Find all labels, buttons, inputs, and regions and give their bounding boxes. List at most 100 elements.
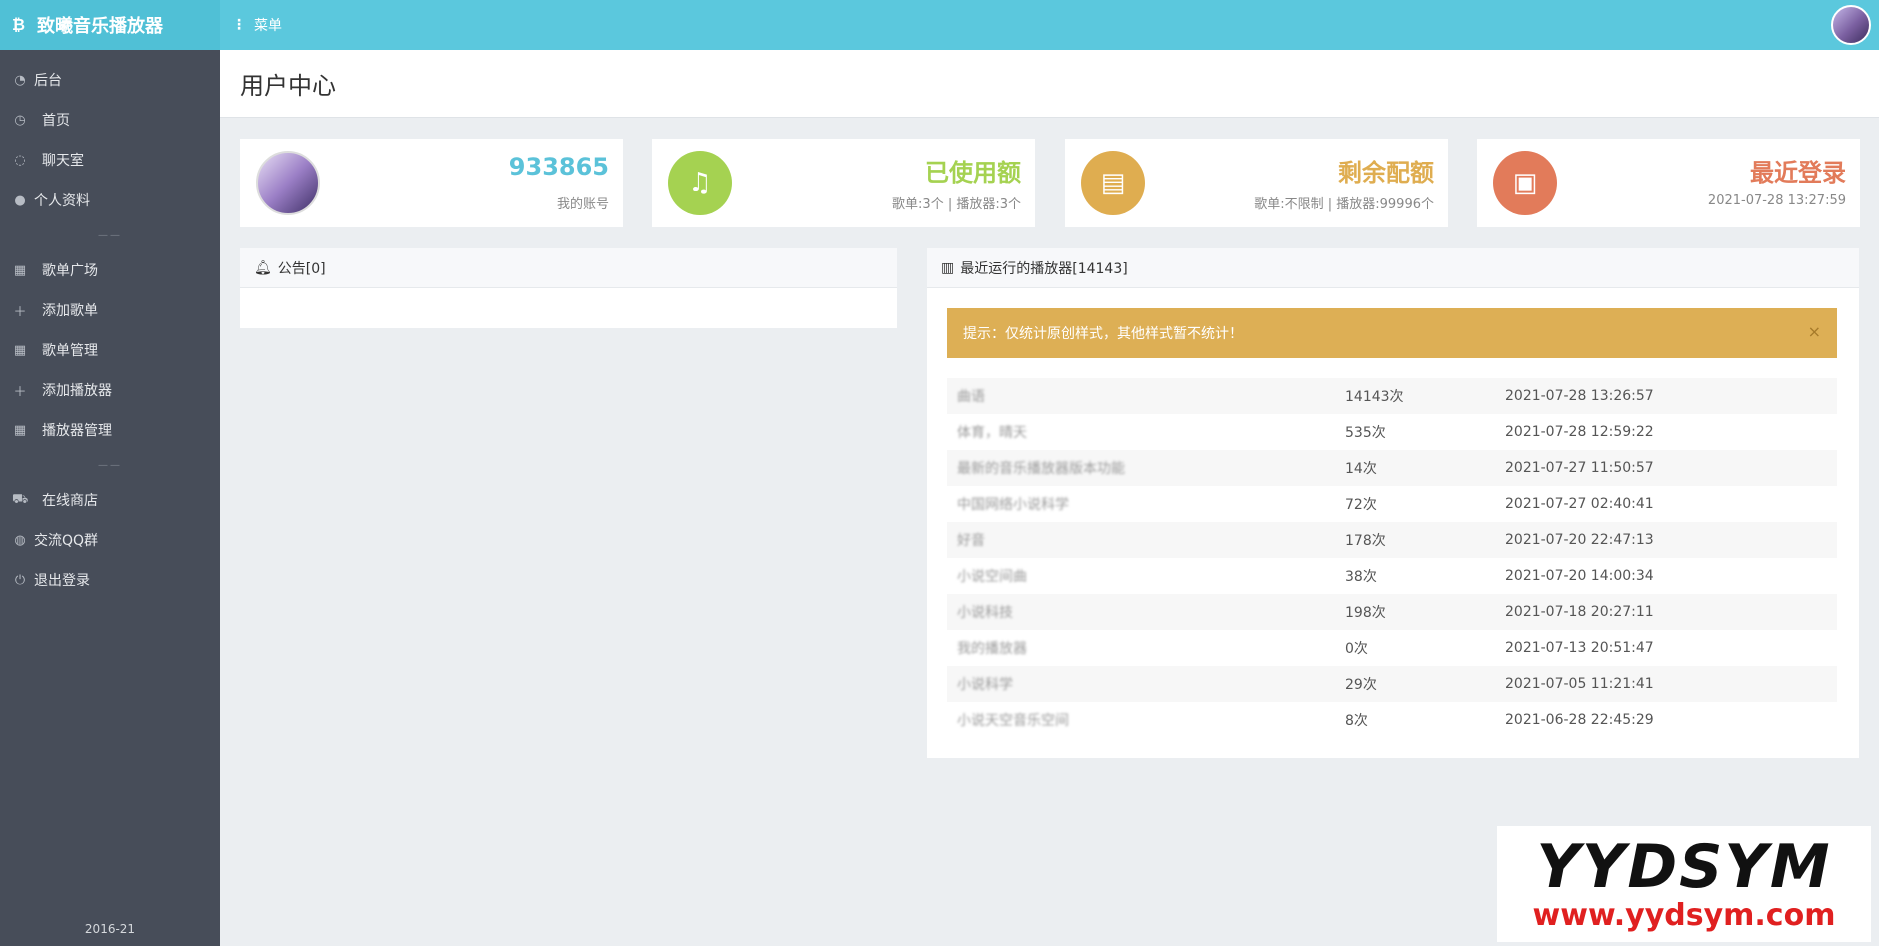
table-row[interactable]: 最新的音乐播放器版本功能 14次 2021-07-27 11:50:57 <box>947 450 1837 486</box>
table-row[interactable]: 小说天空音乐空间 8次 2021-06-28 22:45:29 <box>947 702 1837 738</box>
sidebar-item-profile[interactable]: ● 个人资料 <box>0 180 220 220</box>
sidebar-item-label: 聊天室 <box>42 153 84 169</box>
account-avatar <box>256 151 320 215</box>
table-row[interactable]: 小说空间曲 38次 2021-07-20 14:00:34 <box>947 558 1837 594</box>
table-row[interactable]: 体育，晴天 535次 2021-07-28 12:59:22 <box>947 414 1837 450</box>
table-row[interactable]: 曲语 14143次 2021-07-28 13:26:57 <box>947 378 1837 414</box>
remaining-title: 剩余配额 <box>1338 159 1434 187</box>
table-icon: ▦ <box>13 262 27 278</box>
map-icon: ▥ <box>941 259 955 276</box>
sidebar-item-label: 个人资料 <box>34 193 90 209</box>
table-icon: ▦ <box>13 422 27 438</box>
folder-icon: ▣ <box>1493 151 1557 215</box>
menu-toggle[interactable]: ⋮ 菜单 <box>232 0 282 50</box>
notice-title: 公告[0] <box>277 260 326 277</box>
player-count: 8次 <box>1345 713 1368 729</box>
sidebar-item-playlist-square[interactable]: ▦ 歌单广场 <box>0 250 220 290</box>
table-row[interactable]: 小说科技 198次 2021-07-18 20:27:11 <box>947 594 1837 630</box>
sidebar-separator: —— <box>98 229 122 241</box>
account-number: 933865 <box>508 153 609 181</box>
bell-icon: 🔔︎ <box>254 259 272 276</box>
watermark-title: YYDSYM <box>1536 832 1832 902</box>
plus-icon: ＋ <box>13 304 27 320</box>
player-count: 38次 <box>1345 569 1377 585</box>
sidebar-footer: 2016-21 <box>84 922 136 936</box>
sidebar-item-label: 歌单广场 <box>42 263 98 279</box>
used-detail: 歌单:3个 | 播放器:3个 <box>892 197 1021 212</box>
player-name: 体育，晴天 <box>957 425 1027 441</box>
table-row[interactable]: 小说科学 29次 2021-07-05 11:21:41 <box>947 666 1837 702</box>
sidebar: ◔ 后台 ◷ 首页 ◌ 聊天室 ● 个人资料 —— ▦ 歌单广场 ＋ 添加歌单 … <box>0 50 220 946</box>
used-title: 已使用额 <box>925 159 1021 187</box>
player-name: 小说科学 <box>957 677 1013 693</box>
page-title: 用户中心 <box>240 72 336 100</box>
stat-card-account: 933865 我的账号 <box>240 139 623 227</box>
player-time: 2021-07-13 20:51:47 <box>1505 640 1654 656</box>
player-count: 178次 <box>1345 533 1386 549</box>
sidebar-item-playlist-manage[interactable]: ▦ 歌单管理 <box>0 330 220 370</box>
sidebar-item-label: 首页 <box>42 113 70 129</box>
brand-title: 致曦音乐播放器 <box>37 16 164 37</box>
tip-alert: 提示：仅统计原创样式，其他样式暂不统计！ × <box>947 308 1837 358</box>
player-time: 2021-07-28 12:59:22 <box>1505 424 1654 440</box>
stat-card-last-login: ▣ 最近登录 2021-07-28 13:27:59 <box>1477 139 1860 227</box>
sidebar-item-label: 播放器管理 <box>42 423 112 439</box>
notice-panel: 🔔︎ 公告[0] <box>240 248 897 328</box>
player-name: 小说科技 <box>957 605 1013 621</box>
player-name: 中国网络小说科学 <box>957 497 1069 513</box>
user-avatar[interactable] <box>1831 5 1871 45</box>
sidebar-item-add-playlist[interactable]: ＋ 添加歌单 <box>0 290 220 330</box>
sidebar-item-label: 交流QQ群 <box>34 533 99 549</box>
player-count: 535次 <box>1345 425 1386 441</box>
sidebar-item-logout[interactable]: ⏻ 退出登录 <box>0 560 220 600</box>
stat-card-remaining: ▤ 剩余配额 歌单:不限制 | 播放器:99996个 <box>1065 139 1448 227</box>
table-icon: ▦ <box>13 342 27 358</box>
remaining-detail: 歌单:不限制 | 播放器:99996个 <box>1254 197 1434 212</box>
player-name: 最新的音乐播放器版本功能 <box>957 461 1125 477</box>
player-name: 曲语 <box>957 389 985 405</box>
sidebar-item-label: 后台 <box>34 73 62 89</box>
player-time: 2021-07-20 14:00:34 <box>1505 568 1654 584</box>
sidebar-item-player-manage[interactable]: ▦ 播放器管理 <box>0 410 220 450</box>
player-list: 曲语 14143次 2021-07-28 13:26:57 体育，晴天 535次 2021… <box>947 378 1837 738</box>
last-login-time: 2021-07-28 13:27:59 <box>1707 193 1846 208</box>
player-time: 2021-07-05 11:21:41 <box>1505 676 1654 692</box>
player-count: 72次 <box>1345 497 1377 513</box>
player-count: 0次 <box>1345 641 1368 657</box>
sidebar-item-qq-group[interactable]: ◍ 交流QQ群 <box>0 520 220 560</box>
tip-alert-text: 提示：仅统计原创样式，其他样式暂不统计！ <box>963 326 1243 342</box>
close-icon[interactable]: × <box>1808 322 1821 341</box>
bitcoin-logo-icon: ₿ <box>12 15 26 34</box>
globe-icon: ◍ <box>14 532 26 548</box>
brand[interactable]: ₿ 致曦音乐播放器 <box>0 0 220 50</box>
music-icon: ♫ <box>668 151 732 215</box>
player-time: 2021-07-27 02:40:41 <box>1505 496 1654 512</box>
recent-players-panel: ▥ 最近运行的播放器[14143] 提示：仅统计原创样式，其他样式暂不统计！ ×… <box>927 248 1859 758</box>
sidebar-item-label: 添加歌单 <box>42 303 98 319</box>
account-label: 我的账号 <box>556 197 609 212</box>
dashboard-icon: ◷ <box>14 112 26 128</box>
player-name: 我的播放器 <box>957 641 1027 657</box>
player-name: 小说天空音乐空间 <box>957 713 1069 729</box>
player-name: 好音 <box>957 533 985 549</box>
sidebar-item-chatroom[interactable]: ◌ 聊天室 <box>0 140 220 180</box>
sidebar-item-shop[interactable]: ⛟ 在线商店 <box>0 480 220 520</box>
table-row[interactable]: 我的播放器 0次 2021-07-13 20:51:47 <box>947 630 1837 666</box>
player-time: 2021-07-28 13:26:57 <box>1505 388 1654 404</box>
sidebar-item-label: 添加播放器 <box>42 383 112 399</box>
sidebar-item-home[interactable]: ◷ 首页 <box>0 100 220 140</box>
sidebar-item-backend[interactable]: ◔ 后台 <box>0 60 220 100</box>
chat-icon: ◌ <box>14 152 26 168</box>
table-row[interactable]: 好音 178次 2021-07-20 22:47:13 <box>947 522 1837 558</box>
menu-label: 菜单 <box>254 18 282 34</box>
player-time: 2021-07-27 11:50:57 <box>1505 460 1654 476</box>
last-login-title: 最近登录 <box>1750 159 1846 187</box>
player-name: 小说空间曲 <box>957 569 1027 585</box>
player-count: 14次 <box>1345 461 1377 477</box>
sidebar-item-label: 在线商店 <box>42 493 98 509</box>
table-row[interactable]: 中国网络小说科学 72次 2021-07-27 02:40:41 <box>947 486 1837 522</box>
page-header: 用户中心 <box>220 50 1879 118</box>
watermark-url: www.yydsym.com <box>1532 898 1836 933</box>
player-count: 198次 <box>1345 605 1386 621</box>
sidebar-item-add-player[interactable]: ＋ 添加播放器 <box>0 370 220 410</box>
